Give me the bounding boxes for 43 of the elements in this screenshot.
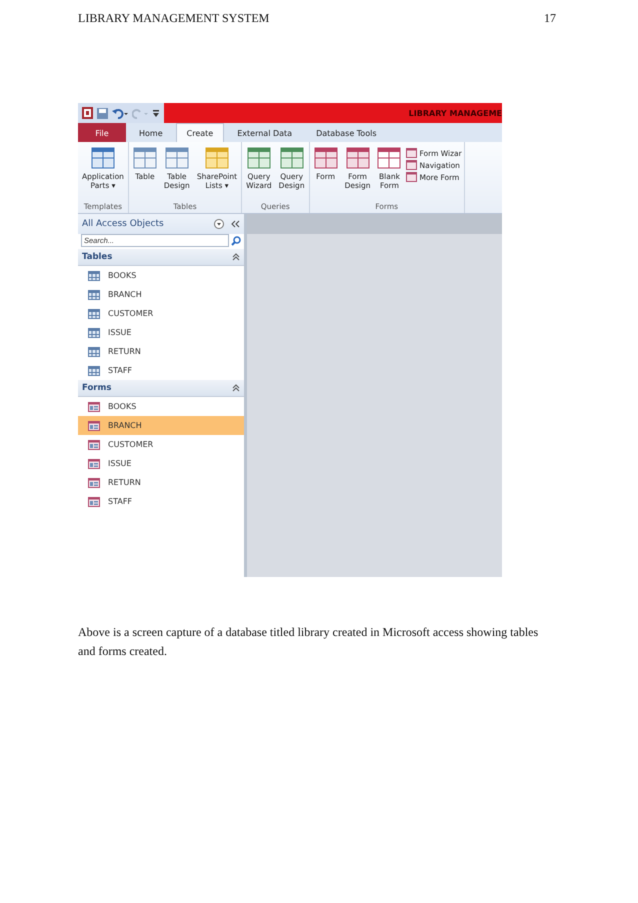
ribbon-tab[interactable]: Home <box>128 123 174 142</box>
nav-item[interactable]: STAFF <box>78 361 244 380</box>
table-icon <box>88 270 100 280</box>
page-header-title: LIBRARY MANAGEMENT SYSTEM <box>78 10 270 26</box>
group-header[interactable]: Tables <box>78 249 244 266</box>
nav-item[interactable]: CUSTOMER <box>78 304 244 323</box>
ribbon-tab[interactable]: Database Tools <box>305 123 388 142</box>
ribbon-tab[interactable]: Create <box>176 123 224 142</box>
table-icon <box>88 308 100 318</box>
nav-item[interactable]: RETURN <box>78 473 244 492</box>
query-icon <box>280 146 304 170</box>
nav-item[interactable]: RETURN <box>78 342 244 361</box>
nav-item[interactable]: BRANCH <box>78 416 244 435</box>
file-tab[interactable]: File <box>78 123 126 142</box>
table-icon <box>88 346 100 356</box>
group-header[interactable]: Forms <box>78 380 244 397</box>
app-logo-icon <box>82 107 93 119</box>
nav-item[interactable]: CUSTOMER <box>78 435 244 454</box>
page-number: 17 <box>544 10 556 26</box>
nav-item[interactable]: ISSUE <box>78 323 244 342</box>
collapse-pane-icon[interactable] <box>230 220 240 228</box>
save-icon[interactable] <box>97 108 108 118</box>
table-icon <box>204 146 229 170</box>
table-icon <box>132 146 157 170</box>
collapse-icon[interactable] <box>232 384 240 392</box>
nav-item[interactable]: ISSUE <box>78 454 244 473</box>
query-icon <box>246 146 271 170</box>
undo-icon[interactable] <box>112 108 128 118</box>
nav-item[interactable]: STAFF <box>78 492 244 511</box>
search-icon[interactable] <box>231 236 241 246</box>
caption: Above is a screen capture of a database titled library created in Microsoft access showing tables and forms created. <box>78 624 540 660</box>
customize-toolbar-icon[interactable] <box>152 108 160 118</box>
nav-pane-title: All Access Objects <box>82 219 165 229</box>
window-title: LIBRARY MANAGEME <box>408 108 502 118</box>
nav-item[interactable]: BOOKS <box>78 397 244 416</box>
table-icon <box>88 328 100 338</box>
nav-item[interactable]: BOOKS <box>78 266 244 285</box>
ribbon-tab[interactable]: External Data <box>226 123 304 142</box>
table-icon <box>88 290 100 300</box>
nav-item[interactable]: BRANCH <box>78 285 244 304</box>
collapse-icon[interactable] <box>232 253 240 261</box>
dropdown-icon[interactable] <box>214 219 224 229</box>
table-icon <box>88 366 100 376</box>
